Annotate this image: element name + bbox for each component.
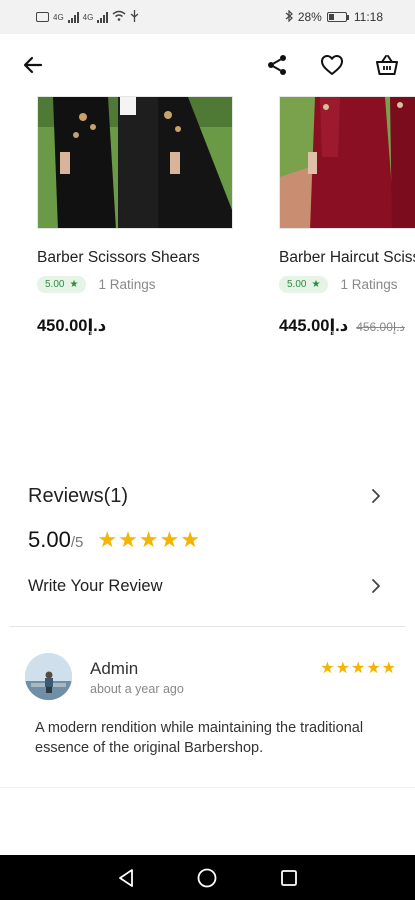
status-bar: 4G 4G 28% 11:18 [0, 0, 415, 34]
chevron-right-icon[interactable] [369, 489, 383, 503]
product-card[interactable]: Barber Haircut Scissors 5.00 ★ 1 Ratings… [279, 96, 415, 336]
reviews-title: Reviews(1) [28, 484, 129, 507]
home-circle-icon[interactable] [195, 866, 219, 890]
recents-square-icon[interactable] [277, 866, 301, 890]
ratings-count: 1 Ratings [98, 277, 156, 292]
rating-value: 5.00 [287, 279, 307, 290]
product-old-price: 456.00د.إ [356, 320, 405, 334]
system-nav-bar [0, 855, 415, 900]
basket-icon[interactable] [373, 51, 401, 79]
chevron-right-icon[interactable] [369, 579, 383, 593]
app-bar [0, 34, 415, 96]
rating-badge: 5.00 ★ [279, 276, 329, 293]
ratings-count: 1 Ratings [340, 277, 398, 292]
wifi-icon [112, 10, 126, 24]
divider [10, 626, 405, 627]
average-score: 5.00 [28, 527, 71, 552]
divider [0, 787, 415, 788]
sim-icon [36, 12, 49, 22]
reviews-header[interactable]: Reviews(1) [28, 481, 383, 511]
heart-icon[interactable] [318, 51, 346, 79]
battery-percent: 28% [297, 10, 322, 24]
rating-value: 5.00 [45, 279, 65, 290]
signal-icon [97, 11, 109, 23]
product-image[interactable] [37, 96, 233, 229]
product-price: 450.00د.إ [37, 317, 107, 335]
usb-icon [130, 9, 139, 25]
score-max: /5 [70, 534, 84, 551]
rating-badge: 5.00 ★ [37, 276, 87, 293]
signal-icon [67, 11, 79, 23]
clock: 11:18 [353, 10, 383, 24]
review-stars: ★★★★★ [320, 660, 397, 677]
related-products-carousel[interactable]: Barber Scissors Shears 5.00 ★ 1 Ratings … [0, 96, 415, 356]
write-review-button[interactable]: Write Your Review [28, 572, 383, 600]
share-icon[interactable] [263, 51, 291, 79]
product-card[interactable]: Barber Scissors Shears 5.00 ★ 1 Ratings … [37, 96, 267, 336]
review-time: about a year ago [90, 682, 184, 696]
product-name[interactable]: Barber Haircut Scissors [279, 249, 415, 267]
bluetooth-icon [285, 9, 293, 25]
price-row: 445.00د.إ 456.00د.إ [279, 316, 415, 336]
review-author: Admin [90, 659, 139, 678]
star-icon: ★ [69, 279, 79, 290]
product-image[interactable] [279, 96, 415, 229]
back-arrow-icon[interactable] [19, 51, 47, 79]
battery-icon [326, 12, 349, 22]
back-triangle-icon[interactable] [114, 866, 138, 890]
price-row: 450.00د.إ [37, 316, 267, 336]
status-left-icons: 4G 4G [36, 9, 139, 25]
review-text: A modern rendition while maintaining the… [35, 720, 364, 756]
avatar [25, 653, 72, 700]
rating-stars: ★★★★★ [97, 527, 201, 552]
product-price: 445.00د.إ [279, 317, 349, 335]
rating-summary: 5.00 /5 ★★★★★ [28, 527, 201, 553]
product-name[interactable]: Barber Scissors Shears [37, 249, 267, 267]
write-review-label: Write Your Review [28, 576, 163, 595]
product-rating-row: 5.00 ★ 1 Ratings [37, 276, 267, 293]
status-right-icons: 28% 11:18 [285, 9, 383, 25]
product-rating-row: 5.00 ★ 1 Ratings [279, 276, 415, 293]
network-type-icon: 4G [82, 12, 94, 22]
network-type-icon: 4G [53, 12, 64, 22]
star-icon: ★ [311, 279, 321, 290]
